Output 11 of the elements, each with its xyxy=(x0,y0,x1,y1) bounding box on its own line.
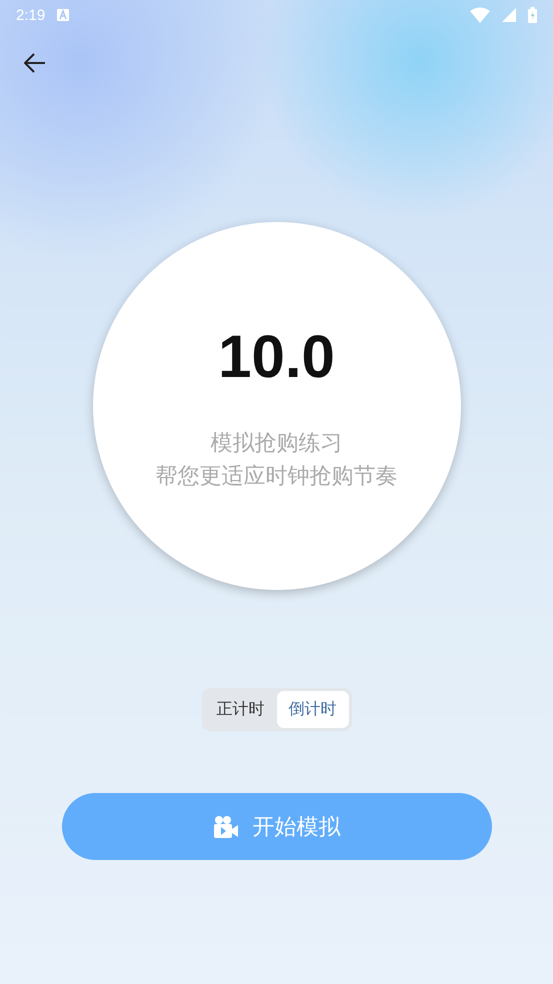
keyboard-icon xyxy=(57,9,70,21)
status-time: 2:19 xyxy=(16,6,46,24)
wifi-icon xyxy=(470,7,490,23)
mode-option[interactable]: 倒计时 xyxy=(276,691,348,728)
back-arrow-icon xyxy=(24,53,46,73)
timer-description: 模拟抢购练习 帮您更适应时钟抢购节奏 xyxy=(156,430,398,491)
signal-icon xyxy=(502,8,516,22)
mode-option[interactable]: 正计时 xyxy=(204,691,276,728)
battery-icon xyxy=(528,7,537,23)
timer-value: 10.0 xyxy=(218,322,335,391)
video-camera-icon xyxy=(212,814,238,838)
